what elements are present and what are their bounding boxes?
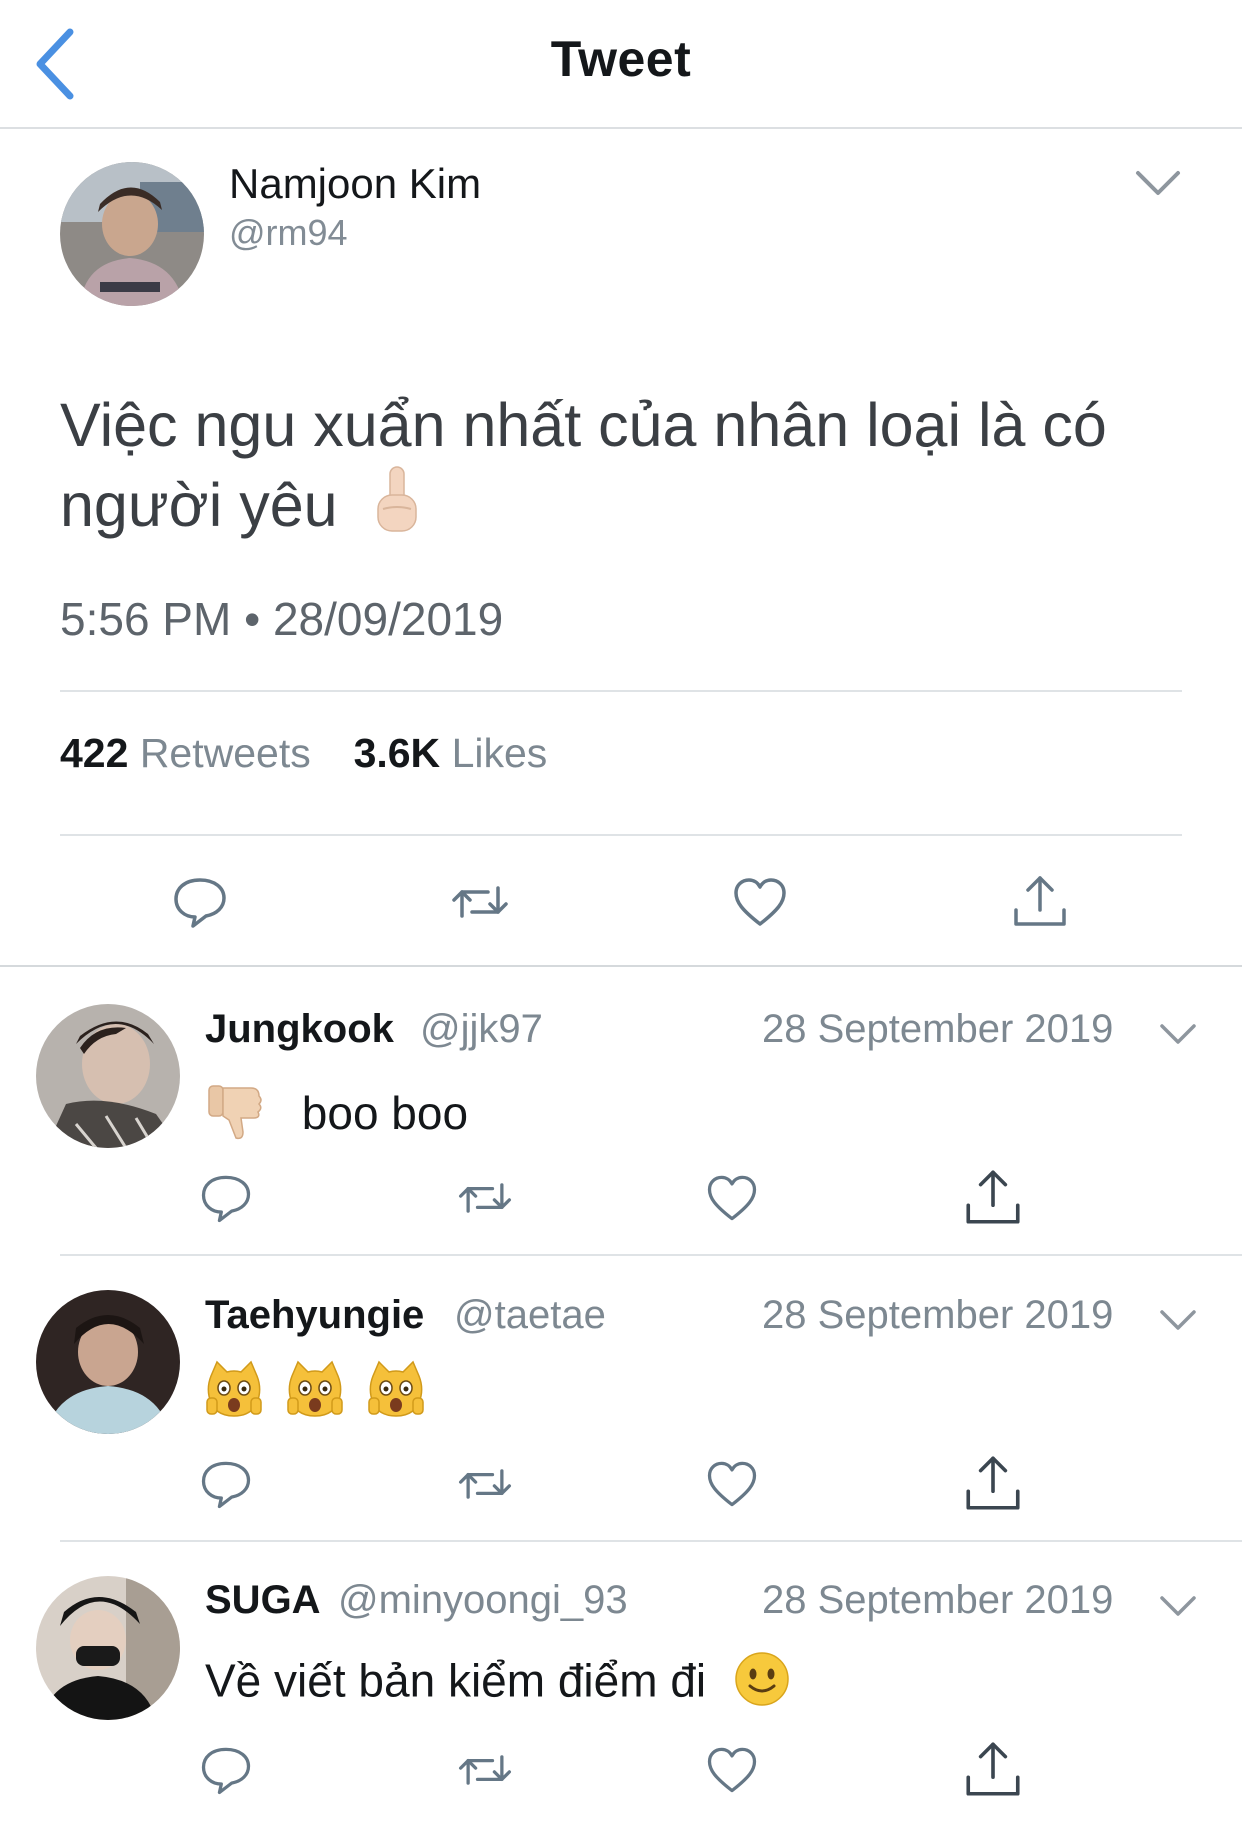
retweet-icon	[452, 886, 508, 918]
reply-avatar[interactable]	[36, 1004, 180, 1148]
divider	[60, 690, 1182, 692]
retweet-icon	[458, 1469, 512, 1499]
retweet-button[interactable]	[455, 1454, 515, 1514]
thumbs-down-emoji-icon	[205, 1080, 267, 1153]
reply-date: 28 September 2019	[762, 1578, 1114, 1622]
engagement-stats: 422 Retweets 3.6K Likes	[60, 730, 547, 777]
reply-text	[205, 1360, 425, 1431]
author-name[interactable]: Namjoon Kim	[229, 160, 481, 208]
reply-avatar[interactable]	[36, 1290, 180, 1434]
reply-author-name[interactable]: Taehyungie	[205, 1293, 424, 1338]
reply-author-handle[interactable]: @minyoongi_93	[338, 1578, 628, 1623]
likes-label: Likes	[451, 730, 548, 776]
weary-cat-emoji-icon	[286, 1360, 344, 1431]
retweets-count: 422	[60, 730, 129, 776]
tweet-text: Việc ngu xuẩn nhất của nhân loại là có n…	[60, 385, 1180, 554]
retweets-label: Retweets	[139, 730, 311, 776]
reply-text-body: boo boo	[301, 1086, 469, 1139]
reply-button[interactable]	[196, 1454, 256, 1514]
comment-icon	[201, 1747, 251, 1795]
avatar-photo	[60, 162, 204, 306]
comment-icon	[201, 1175, 251, 1223]
reply-author-name[interactable]: Jungkook	[205, 1007, 394, 1052]
share-icon	[1014, 876, 1066, 926]
retweets-stat[interactable]: 422 Retweets	[60, 730, 322, 776]
reply-button[interactable]	[196, 1740, 256, 1800]
weary-cat-emoji-icon	[367, 1360, 425, 1431]
weary-cat-emoji-icon	[205, 1360, 263, 1431]
heart-icon	[707, 1461, 757, 1507]
share-button[interactable]	[1008, 870, 1072, 934]
reply-text: boo boo	[205, 1080, 468, 1153]
likes-count: 3.6K	[353, 730, 441, 776]
avatar-photo	[36, 1290, 180, 1434]
reply-date: 28 September 2019	[762, 1293, 1114, 1337]
chevron-down-icon	[1160, 1596, 1196, 1616]
avatar-photo	[36, 1004, 180, 1148]
chevron-down-icon	[1160, 1024, 1196, 1044]
retweet-button[interactable]	[448, 870, 512, 934]
heart-icon	[734, 878, 786, 926]
tweet-text-line1: Việc ngu xuẩn nhất của nhân loại là có	[60, 391, 1107, 459]
share-button[interactable]	[960, 1736, 1026, 1802]
share-icon	[966, 1456, 1020, 1510]
chevron-down-icon	[1136, 171, 1180, 195]
reply-author-handle[interactable]: @jjk97	[420, 1007, 543, 1052]
reply-author-handle[interactable]: @taetae	[454, 1293, 606, 1338]
reply-button[interactable]	[196, 1168, 256, 1228]
tweet-menu-button[interactable]	[1132, 165, 1184, 201]
like-button[interactable]	[702, 1168, 762, 1228]
reply-date: 28 September 2019	[762, 1007, 1114, 1051]
likes-stat[interactable]: 3.6K Likes	[354, 730, 548, 776]
reply-text: Về viết bản kiểm điểm đi	[205, 1650, 791, 1719]
share-icon	[966, 1742, 1020, 1796]
share-icon	[966, 1170, 1020, 1224]
reply-author-name[interactable]: SUGA	[205, 1578, 321, 1623]
reply-button[interactable]	[168, 870, 232, 934]
share-button[interactable]	[960, 1164, 1026, 1230]
like-button[interactable]	[702, 1454, 762, 1514]
section-divider	[0, 965, 1242, 967]
retweet-icon	[458, 1183, 512, 1213]
author-handle[interactable]: @rm94	[229, 212, 348, 254]
divider	[60, 1540, 1242, 1542]
comment-icon	[174, 878, 226, 928]
like-button[interactable]	[702, 1740, 762, 1800]
comment-icon	[201, 1461, 251, 1509]
retweet-button[interactable]	[455, 1168, 515, 1228]
reply-menu-button[interactable]	[1158, 1592, 1198, 1620]
retweet-button[interactable]	[455, 1740, 515, 1800]
avatar-photo	[36, 1576, 180, 1720]
divider	[60, 1254, 1242, 1256]
finger-emoji-icon	[373, 465, 421, 554]
reply-menu-button[interactable]	[1158, 1306, 1198, 1334]
retweet-icon	[458, 1755, 512, 1785]
heart-icon	[707, 1747, 757, 1793]
chevron-down-icon	[1160, 1310, 1196, 1330]
divider	[60, 834, 1182, 836]
share-button[interactable]	[960, 1450, 1026, 1516]
heart-icon	[707, 1175, 757, 1221]
slightly-smiling-emoji-icon	[733, 1650, 791, 1719]
reply-text-body: Về viết bản kiểm điểm đi	[205, 1654, 707, 1707]
author-avatar[interactable]	[60, 162, 204, 306]
reply-menu-button[interactable]	[1158, 1020, 1198, 1048]
tweet-timestamp: 5:56 PM • 28/09/2019	[60, 593, 504, 645]
page-title: Tweet	[550, 31, 692, 87]
reply-avatar[interactable]	[36, 1576, 180, 1720]
tweet-text-line2: người yêu	[60, 465, 1180, 554]
tweet-text-line2-words: người yêu	[60, 471, 338, 539]
like-button[interactable]	[728, 870, 792, 934]
